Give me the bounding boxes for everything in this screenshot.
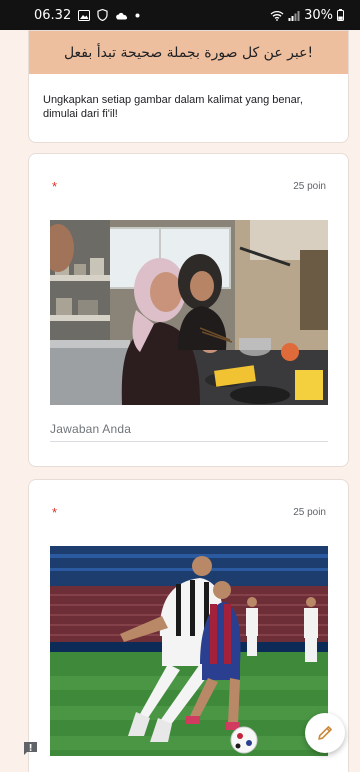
required-asterisk: * — [52, 179, 58, 194]
form-title: !عبر عن كل صورة بجملة صحيحة تبدأ بفعل — [63, 44, 314, 61]
kitchen-cooking-photo — [50, 220, 328, 405]
signal-icon — [288, 10, 300, 21]
vpn-shield-icon — [97, 9, 108, 21]
answer-input[interactable]: Jawaban Anda — [50, 422, 328, 442]
question-card-2: * 25 poin — [28, 479, 349, 772]
gallery-icon — [78, 9, 91, 21]
battery-percent: 30% — [304, 7, 333, 23]
question-points: 25 poin — [293, 181, 326, 192]
feedback-icon[interactable] — [23, 741, 38, 757]
wifi-icon — [270, 10, 284, 21]
form-title-band: !عبر عن كل صورة بجملة صحيحة تبدأ بفعل — [29, 31, 348, 74]
form-header-card: !عبر عن كل صورة بجملة صحيحة تبدأ بفعل Un… — [28, 30, 349, 143]
football-match-photo — [50, 546, 328, 756]
pencil-icon — [318, 726, 332, 740]
clock: 06.32 — [34, 7, 72, 23]
battery-icon — [337, 9, 344, 21]
cloud-icon — [116, 12, 128, 19]
question-card-1: * 25 poin Jawaban Anda — [28, 153, 349, 467]
status-bar: 06.32 30% — [0, 0, 360, 30]
edit-fab-button[interactable] — [305, 713, 345, 753]
dot-icon — [135, 13, 140, 17]
form-description: Ungkapkan setiap gambar dalam kalimat ya… — [43, 94, 303, 120]
question-points: 25 poin — [293, 507, 326, 518]
required-asterisk: * — [52, 505, 58, 520]
